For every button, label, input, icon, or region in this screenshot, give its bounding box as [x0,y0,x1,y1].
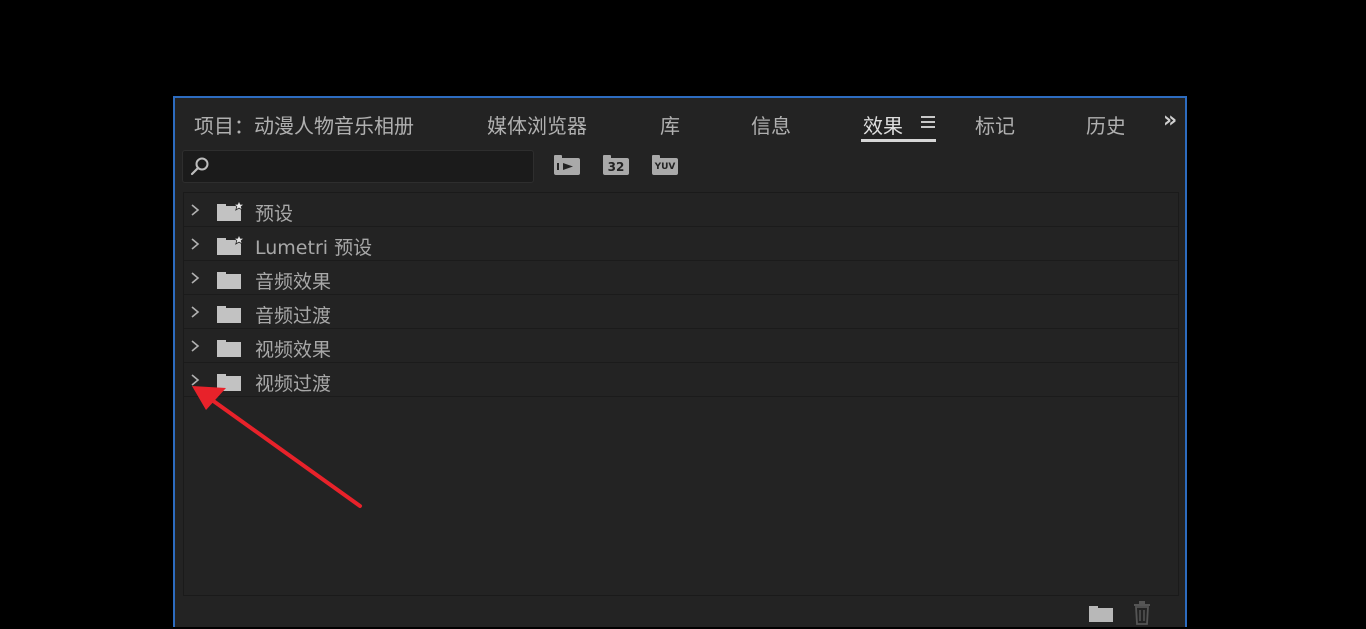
new-bin-icon[interactable] [1089,604,1113,622]
trash-icon[interactable] [1132,601,1152,625]
tree-item-video-transitions[interactable]: 视频过渡 [184,363,1178,397]
tab-overflow-chevron-icon[interactable]: » [1163,108,1177,133]
chevron-right-icon[interactable] [190,339,200,353]
preset-folder-icon [217,235,245,255]
preset-folder-icon [217,201,245,221]
tab-media-browser[interactable]: 媒体浏览器 [487,110,587,139]
tree-item-audio-transitions[interactable]: 音频过渡 [184,295,1178,329]
tree-item-lumetri-presets[interactable]: Lumetri 预设 [184,227,1178,261]
accelerated-effects-icon[interactable] [553,154,581,178]
folder-icon [217,340,241,357]
search-icon [190,157,209,176]
chevron-right-icon[interactable] [190,373,200,387]
yuv-filter-button[interactable]: YUV [651,154,679,178]
tree-item-video-effects[interactable]: 视频效果 [184,329,1178,363]
tab-effects[interactable]: 效果 [863,110,903,139]
tab-history[interactable]: 历史 [1086,110,1124,139]
panel-footer [175,596,1185,629]
folder-icon [217,374,241,391]
tree-item-audio-effects[interactable]: 音频效果 [184,261,1178,295]
tree-item-label: 音频效果 [255,271,332,293]
folder-icon [217,306,241,323]
tree-item-label: 视频过渡 [255,373,332,395]
32-bit-color-filter-button[interactable]: 32 [602,154,630,178]
tab-project[interactable]: 项目：动漫人物音乐相册 [194,110,414,139]
tree-item-label: Lumetri 预设 [255,237,373,259]
chevron-right-icon[interactable] [190,237,200,251]
chevron-right-icon[interactable] [190,271,200,285]
search-input[interactable] [213,153,533,181]
tree-item-label: 预设 [255,203,294,225]
tab-info[interactable]: 信息 [751,110,791,139]
tab-menu-icon[interactable] [921,116,935,128]
chevron-right-icon[interactable] [190,203,200,217]
panel-tab-bar: 项目：动漫人物音乐相册 媒体浏览器 库 信息 效果 标记 历史 » [175,98,1185,146]
yuv-label: YUV [654,162,676,172]
chevron-right-icon[interactable] [190,305,200,319]
active-tab-indicator [861,139,936,142]
32bit-label: 32 [607,160,625,174]
tab-libraries[interactable]: 库 [660,110,680,139]
tree-item-label: 视频效果 [255,339,332,361]
effects-tree: 预设 Lumetri 预设 音频效果 音频过渡 视频效果 视频过渡 [183,192,1179,596]
tree-item-label: 音频过渡 [255,305,332,327]
tree-item-presets[interactable]: 预设 [184,193,1178,227]
folder-icon [217,272,241,289]
tab-markers[interactable]: 标记 [975,110,1015,139]
search-box [182,150,534,183]
effects-panel: 项目：动漫人物音乐相册 媒体浏览器 库 信息 效果 标记 历史 » 32 YUV… [173,96,1187,627]
